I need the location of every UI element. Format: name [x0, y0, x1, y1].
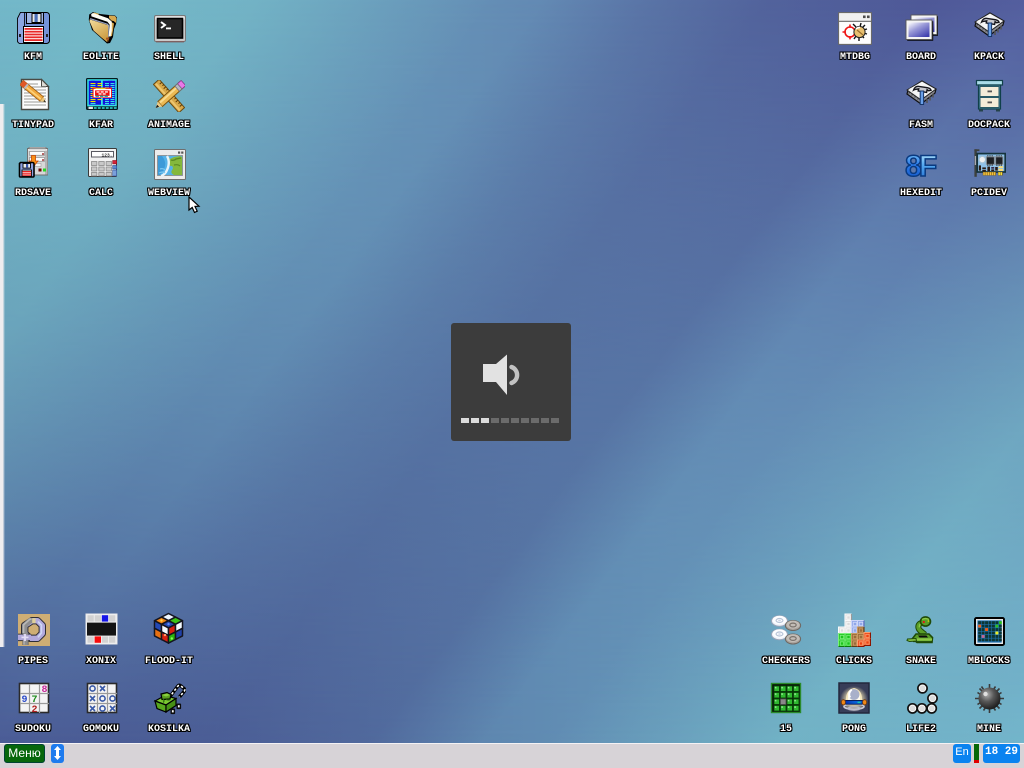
svg-text:9: 9 [21, 695, 27, 706]
svg-text:2: 2 [31, 705, 37, 714]
svg-text:8: 8 [41, 685, 47, 696]
svg-text:123.: 123. [101, 152, 112, 158]
svg-text:F: F [919, 150, 937, 180]
